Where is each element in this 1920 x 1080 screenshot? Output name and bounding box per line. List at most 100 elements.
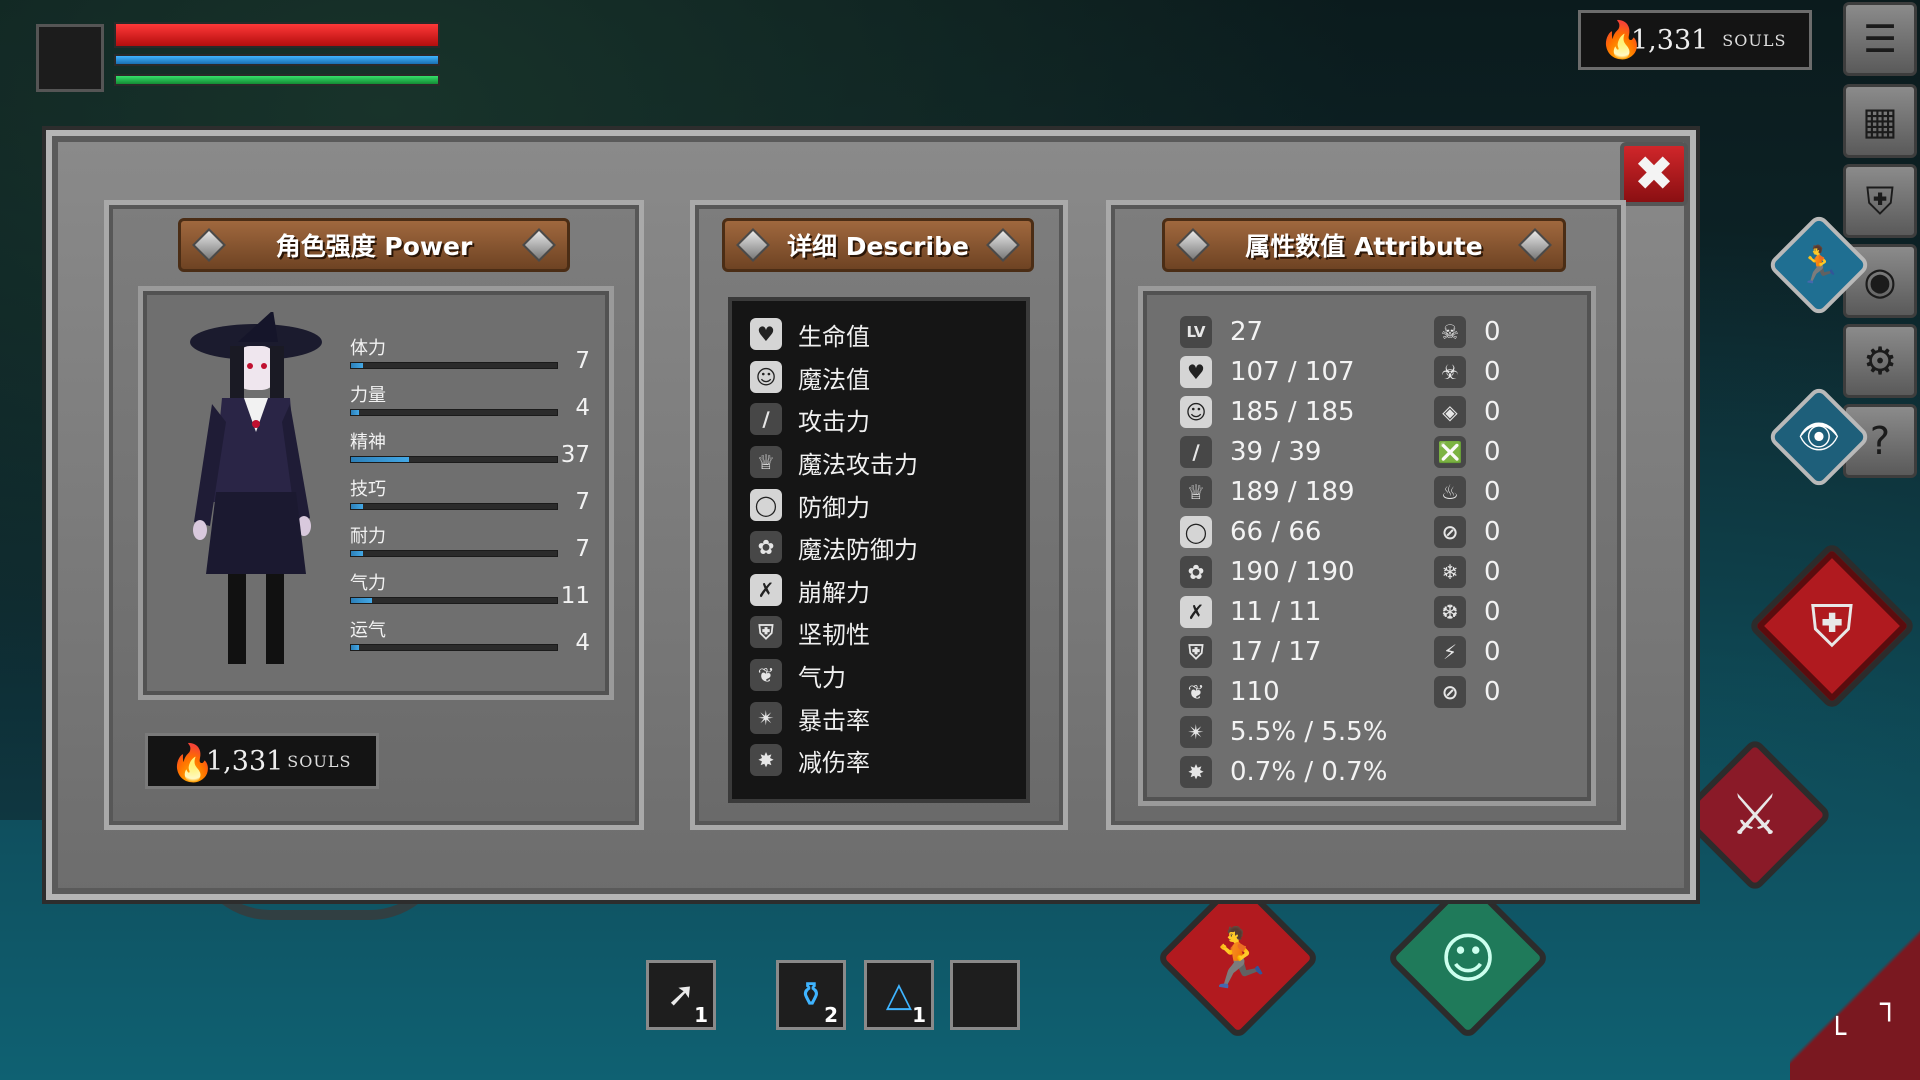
describe-label: 坚韧性 (798, 620, 870, 649)
describe-item: ✗ 崩解力 (750, 570, 870, 610)
stat-bar (350, 644, 558, 651)
item-count: 2 (824, 1003, 838, 1027)
stat-label: 力量 (350, 385, 386, 406)
magic-attack-icon: ♕ (750, 446, 782, 478)
stat-value: 4 (575, 395, 590, 421)
hotbar-slot-empty[interactable] (950, 960, 1020, 1030)
frost-resist-icon: ❆ (1434, 596, 1466, 628)
helmet-icon: ⛨ (1865, 178, 1895, 223)
frost-icon: ❄ (1434, 556, 1466, 588)
damage-reduction-icon: ✸ (750, 744, 782, 776)
describe-title: 详细 Describe (787, 232, 969, 261)
item-count: 1 (694, 1003, 708, 1027)
hotbar-slot-blue-potion[interactable]: ⚱ 2 (776, 960, 846, 1030)
settings-button[interactable]: ⚙ (1843, 324, 1917, 398)
describe-item: ∕ 攻击力 (750, 399, 870, 439)
expand-corner-icon[interactable]: ┐ └ (1828, 990, 1898, 1060)
sword-icon: ⚔ (1729, 782, 1781, 848)
mana-head-icon: ☺ (750, 361, 782, 393)
stat-value: 7 (575, 489, 590, 515)
power-banner: 角色强度 Power (178, 218, 570, 272)
resist-value: 0 (1484, 357, 1501, 387)
player-portrait[interactable] (36, 24, 104, 92)
list-icon: ☰ (1862, 17, 1898, 61)
souls-amount: 1,331 (206, 745, 284, 777)
stat-row-vigor: 气力 11 (350, 569, 590, 609)
arrow-icon: ➚ (666, 975, 696, 1015)
level-icon: LV (1180, 316, 1212, 348)
attribute-row: LV 27 (1180, 312, 1263, 352)
attribute-row: ❦ 110 (1180, 672, 1280, 712)
attribute-row: ♕ 189 / 189 (1180, 472, 1355, 512)
describe-label: 生命值 (798, 322, 870, 351)
character-model (190, 312, 322, 664)
attribute-value: 17 / 17 (1230, 637, 1322, 667)
stat-label: 气力 (350, 573, 386, 594)
stat-value: 7 (575, 536, 590, 562)
describe-item: ❦ 气力 (750, 655, 846, 695)
stat-value: 4 (575, 630, 590, 656)
spiral-icon: ◉ (1863, 259, 1897, 303)
attribute-value: 5.5% / 5.5% (1230, 717, 1388, 747)
gem-icon (986, 228, 1020, 262)
map-button[interactable]: ▦ (1843, 84, 1917, 158)
attribute-value: 110 (1230, 677, 1280, 707)
critical-star-icon: ✴ (1180, 716, 1212, 748)
describe-item: ♕ 魔法攻击力 (750, 442, 918, 482)
souls-unit: SOULS (1722, 30, 1787, 50)
resist-row: ♨ 0 (1434, 472, 1501, 512)
item-count: 1 (912, 1003, 926, 1027)
attribute-row: ✿ 190 / 190 (1180, 552, 1355, 592)
heart-icon: ♥ (1180, 356, 1212, 388)
stat-value: 11 (560, 583, 590, 609)
critical-star-icon: ✴ (750, 702, 782, 734)
lungs-icon: ❦ (1180, 676, 1212, 708)
hotbar-slot-arrow[interactable]: ➚ 1 (646, 960, 716, 1030)
resist-row: ◈ 0 (1434, 392, 1501, 432)
blue-potion-icon: ⚱ (796, 975, 826, 1015)
describe-item: ◯ 防御力 (750, 485, 870, 525)
hotbar-slot-flask[interactable]: △ 1 (864, 960, 934, 1030)
attribute-title: 属性数值 Attribute (1245, 232, 1483, 261)
attribute-row: ✴ 5.5% / 5.5% (1180, 712, 1387, 752)
gem-icon (736, 228, 770, 262)
resist-value: 0 (1484, 677, 1501, 707)
stat-label: 运气 (350, 620, 386, 641)
describe-label: 防御力 (798, 493, 870, 522)
describe-label: 魔法值 (798, 365, 870, 394)
poison-skull-icon: ☣ (1434, 356, 1466, 388)
resist-value: 0 (1484, 317, 1501, 347)
menu-list-button[interactable]: ☰ (1843, 2, 1917, 76)
describe-item: ✴ 暴击率 (750, 698, 870, 738)
shield-icon: ⛨ (1810, 591, 1854, 660)
helmet-icon: ⛨ (750, 616, 782, 648)
stat-label: 耐力 (350, 526, 386, 547)
stat-value: 7 (575, 348, 590, 374)
attribute-row: ♥ 107 / 107 (1180, 352, 1355, 392)
attribute-row: ✸ 0.7% / 0.7% (1180, 752, 1387, 792)
stat-label: 体力 (350, 338, 386, 359)
damage-reduction-icon: ✸ (1180, 756, 1212, 788)
stat-bar (350, 503, 558, 510)
stat-row-spirit: 精神 37 (350, 428, 590, 468)
describe-label: 魔法防御力 (798, 535, 918, 564)
resist-row: ⊘ 0 (1434, 672, 1501, 712)
stat-bar (350, 597, 558, 604)
helmet-icon: ⛨ (1180, 636, 1212, 668)
gear-icon: ⚙ (1862, 339, 1898, 383)
attribute-value: 66 / 66 (1230, 517, 1322, 547)
gem-icon (1518, 228, 1552, 262)
shield-icon: ◯ (1180, 516, 1212, 548)
close-button[interactable]: ✖ (1620, 142, 1688, 206)
equipment-button[interactable]: ⛨ (1843, 164, 1917, 238)
describe-item: ☺ 魔法值 (750, 357, 870, 397)
bleed-icon: ❎ (1434, 436, 1466, 468)
attribute-value: 190 / 190 (1230, 557, 1355, 587)
flame-icon: 🔥 (170, 743, 215, 784)
attribute-row: ☺ 185 / 185 (1180, 392, 1355, 432)
stamina-bar (114, 74, 440, 86)
heart-icon: ♥ (750, 318, 782, 350)
stat-label: 技巧 (350, 479, 386, 500)
attribute-value: 0.7% / 0.7% (1230, 757, 1388, 787)
souls-counter-panel: 🔥 1,331 SOULS (145, 733, 379, 789)
